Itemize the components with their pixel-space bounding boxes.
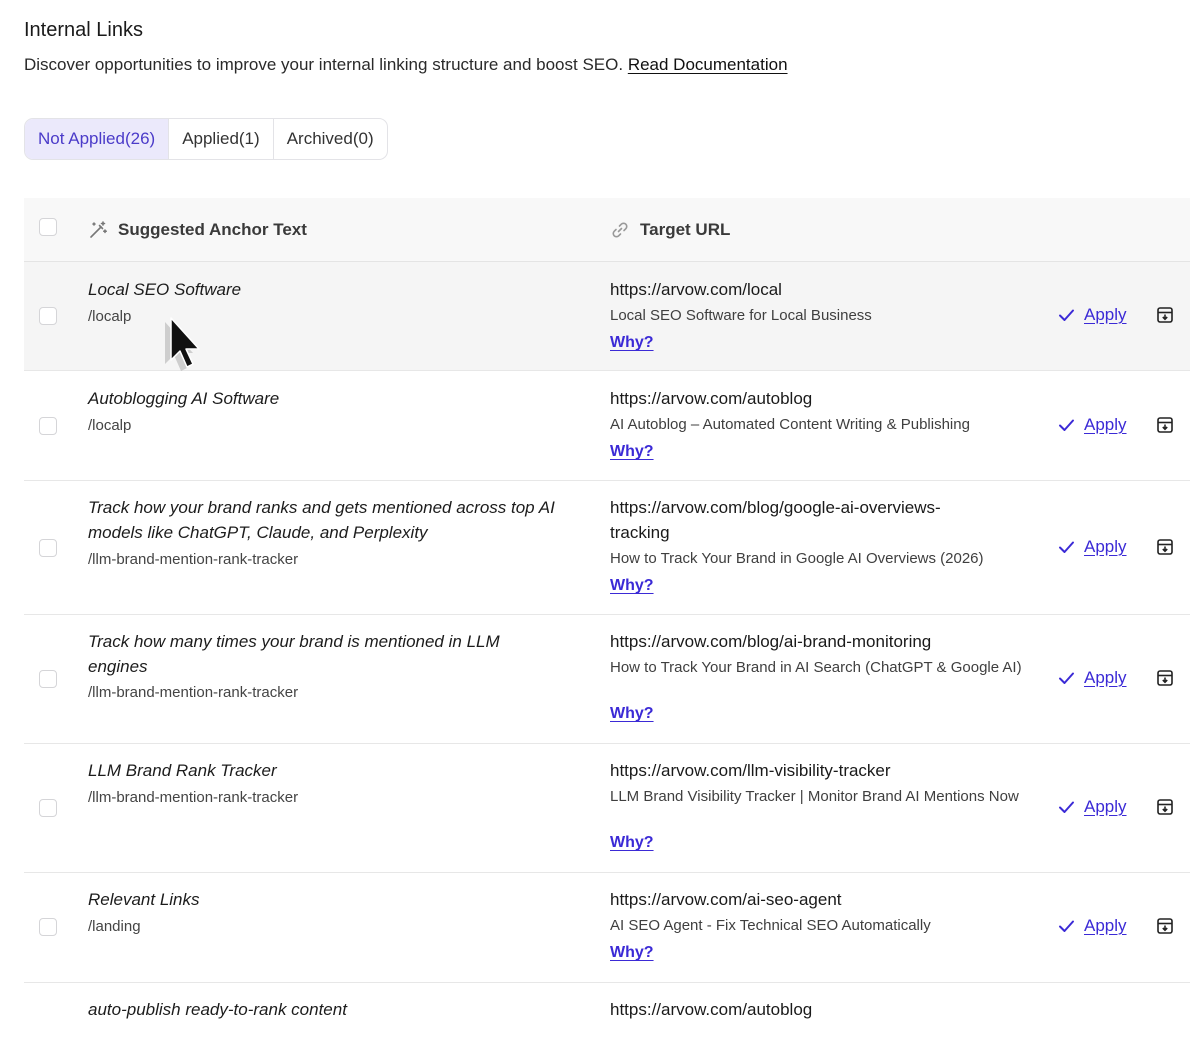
apply-label: Apply <box>1084 305 1127 324</box>
page-description: Discover opportunities to improve your i… <box>24 55 788 75</box>
table-row: Autoblogging AI Software /localp https:/… <box>24 371 1190 481</box>
source-path: /llm-brand-mention-rank-tracker <box>88 684 299 701</box>
select-all-checkbox[interactable] <box>39 218 57 236</box>
apply-label: Apply <box>1084 537 1127 556</box>
anchor-text: LLM Brand Rank Tracker <box>88 761 277 780</box>
target-title: How to Track Your Brand in Google AI Ove… <box>610 550 984 567</box>
apply-label: Apply <box>1084 916 1127 935</box>
header-target-label: Target URL <box>640 219 731 239</box>
row-checkbox[interactable] <box>39 918 57 936</box>
target-url: https://arvow.com/blog/ai-brand-monitori… <box>610 632 932 651</box>
source-path: /localp <box>88 308 132 325</box>
anchor-text: auto-publish ready-to-rank content <box>88 1000 347 1019</box>
table-row: Track how many times your brand is menti… <box>24 615 1190 744</box>
apply-button[interactable]: Apply <box>1058 537 1127 557</box>
anchor-text: Track how many times your brand is menti… <box>88 632 500 676</box>
tab-archived[interactable]: Archived(0) <box>274 119 387 159</box>
target-title: How to Track Your Brand in AI Search (Ch… <box>610 659 1022 676</box>
source-path: /localp <box>88 417 132 434</box>
tab-not-applied[interactable]: Not Applied(26) <box>25 119 170 159</box>
links-table: Suggested Anchor Text Target URL Local S… <box>24 198 1190 1019</box>
anchor-text: Relevant Links <box>88 890 200 909</box>
target-title: AI SEO Agent - Fix Technical SEO Automat… <box>610 917 931 934</box>
table-row: LLM Brand Rank Tracker /llm-brand-mentio… <box>24 744 1190 873</box>
check-icon <box>1059 801 1074 813</box>
row-checkbox[interactable] <box>39 307 57 325</box>
apply-label: Apply <box>1084 668 1127 687</box>
archive-icon[interactable] <box>1156 917 1174 935</box>
source-path: /landing <box>88 918 141 935</box>
check-icon <box>1059 309 1074 321</box>
target-url: https://arvow.com/ai-seo-agent <box>610 890 842 909</box>
anchor-text: Autoblogging AI Software <box>88 389 280 408</box>
row-checkbox[interactable] <box>39 799 57 817</box>
check-icon <box>1059 920 1074 932</box>
archive-icon[interactable] <box>1156 798 1174 816</box>
target-url: https://arvow.com/local <box>610 280 782 299</box>
header-target-url: Target URL <box>610 198 730 261</box>
mouse-cursor-icon <box>165 317 200 371</box>
source-path: /llm-brand-mention-rank-tracker <box>88 551 299 568</box>
header-anchor-text: Suggested Anchor Text <box>88 198 307 261</box>
table-header: Suggested Anchor Text Target URL <box>24 198 1190 262</box>
read-documentation-link[interactable]: Read Documentation <box>628 55 788 74</box>
header-anchor-label: Suggested Anchor Text <box>118 219 307 239</box>
archive-icon[interactable] <box>1156 416 1174 434</box>
table-row: Relevant Links /landing https://arvow.co… <box>24 873 1190 983</box>
apply-label: Apply <box>1084 797 1127 816</box>
magic-wand-icon <box>90 220 107 238</box>
target-url: https://arvow.com/blog/google-ai-overvie… <box>610 498 941 542</box>
apply-button[interactable]: Apply <box>1058 415 1127 435</box>
check-icon <box>1059 541 1074 553</box>
anchor-text: Local SEO Software <box>88 280 242 299</box>
description-text: Discover opportunities to improve your i… <box>24 55 624 74</box>
apply-button[interactable]: Apply <box>1058 305 1127 325</box>
why-link[interactable]: Why? <box>610 705 654 723</box>
target-title: AI Autoblog – Automated Content Writing … <box>610 416 970 433</box>
tab-applied[interactable]: Applied(1) <box>169 119 274 159</box>
why-link[interactable]: Why? <box>610 834 654 852</box>
anchor-text: Track how your brand ranks and gets ment… <box>88 498 555 542</box>
target-url: https://arvow.com/autoblog <box>610 389 813 408</box>
source-path: /llm-brand-mention-rank-tracker <box>88 789 299 806</box>
table-row: auto-publish ready-to-rank content https… <box>24 983 1190 1043</box>
apply-button[interactable]: Apply <box>1058 916 1127 936</box>
why-link[interactable]: Why? <box>610 577 654 595</box>
apply-button[interactable]: Apply <box>1058 668 1127 688</box>
page-title: Internal Links <box>24 19 143 41</box>
why-link[interactable]: Why? <box>610 944 654 962</box>
archive-icon[interactable] <box>1156 538 1174 556</box>
target-url: https://arvow.com/llm-visibility-tracker <box>610 761 891 780</box>
table-row: Track how your brand ranks and gets ment… <box>24 481 1190 615</box>
archive-icon[interactable] <box>1156 306 1174 324</box>
archive-icon[interactable] <box>1156 669 1174 687</box>
target-title: LLM Brand Visibility Tracker | Monitor B… <box>610 788 1019 805</box>
why-link[interactable]: Why? <box>610 334 654 352</box>
row-checkbox[interactable] <box>39 670 57 688</box>
apply-button[interactable]: Apply <box>1058 797 1127 817</box>
link-icon <box>612 221 628 238</box>
check-icon <box>1059 419 1074 431</box>
apply-label: Apply <box>1084 415 1127 434</box>
row-checkbox[interactable] <box>39 539 57 557</box>
row-checkbox[interactable] <box>39 417 57 435</box>
target-title: Local SEO Software for Local Business <box>610 307 872 324</box>
why-link[interactable]: Why? <box>610 443 654 461</box>
target-url: https://arvow.com/autoblog <box>610 1000 813 1019</box>
check-icon <box>1059 672 1074 684</box>
status-tabs: Not Applied(26) Applied(1) Archived(0) <box>24 118 388 160</box>
